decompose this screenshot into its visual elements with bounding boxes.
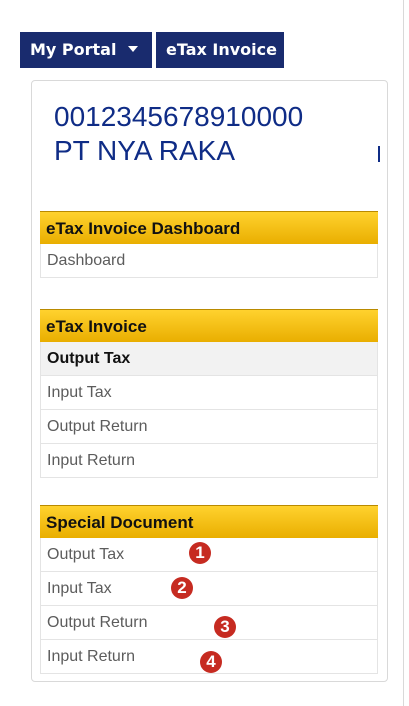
dashboard-section-header: eTax Invoice Dashboard: [40, 211, 378, 244]
clipped-text-mark: [378, 146, 380, 162]
annotation-badge-2: 2: [171, 577, 193, 599]
my-portal-dropdown[interactable]: My Portal: [20, 32, 152, 68]
special-document-section-header: Special Document: [40, 505, 378, 538]
menu-item-output-tax[interactable]: Output Tax: [40, 342, 378, 376]
caret-down-icon: [128, 46, 139, 52]
etax-invoice-button[interactable]: eTax Invoice: [156, 32, 284, 68]
company-info: 0012345678910000 PT NYA RAKA: [54, 100, 303, 168]
etax-invoice-section: eTax Invoice Output Tax Input Tax Output…: [40, 309, 378, 478]
special-document-section: Special Document Output Tax Input Tax Ou…: [40, 505, 378, 674]
portal-page: My Portal eTax Invoice 0012345678910000 …: [0, 0, 409, 706]
my-portal-label: My Portal: [30, 40, 117, 59]
company-name: PT NYA RAKA: [54, 135, 236, 166]
menu-item-output-return[interactable]: Output Return: [40, 410, 378, 444]
dashboard-section: eTax Invoice Dashboard Dashboard: [40, 211, 378, 278]
special-menu-item-output-return[interactable]: Output Return: [40, 606, 378, 640]
annotation-badge-3: 3: [214, 616, 236, 638]
etax-invoice-section-header: eTax Invoice: [40, 309, 378, 342]
annotation-badge-1: 1: [189, 542, 211, 564]
top-nav: My Portal eTax Invoice: [20, 32, 284, 68]
special-menu-item-input-tax[interactable]: Input Tax: [40, 572, 378, 606]
menu-item-dashboard[interactable]: Dashboard: [40, 244, 378, 278]
menu-item-input-tax[interactable]: Input Tax: [40, 376, 378, 410]
menu-item-input-return[interactable]: Input Return: [40, 444, 378, 478]
page-divider: [403, 0, 404, 706]
annotation-badge-4: 4: [200, 651, 222, 673]
company-npwp: 0012345678910000: [54, 101, 304, 132]
